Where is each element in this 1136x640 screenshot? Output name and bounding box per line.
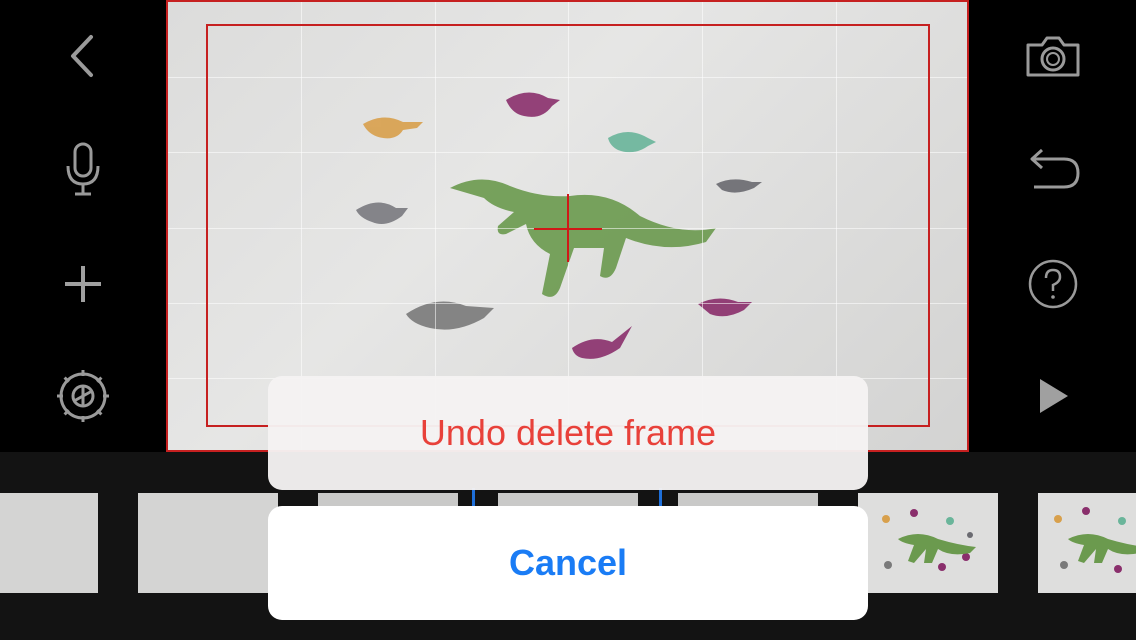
- right-toolbar: [969, 0, 1135, 452]
- chevron-left-icon: [63, 31, 103, 81]
- capture-button[interactable]: [1023, 26, 1083, 86]
- gear-icon: [54, 367, 112, 425]
- back-button[interactable]: [53, 26, 113, 86]
- camera-icon: [1024, 33, 1082, 79]
- frame-thumbnail[interactable]: [858, 493, 998, 593]
- play-button[interactable]: [1023, 366, 1083, 426]
- question-mark-icon: [1026, 257, 1080, 311]
- undo-arrow-icon: [1024, 147, 1082, 193]
- undo-delete-frame-button[interactable]: Undo delete frame: [268, 376, 868, 490]
- help-button[interactable]: [1023, 254, 1083, 314]
- play-icon: [1036, 376, 1070, 416]
- left-toolbar: [0, 0, 166, 452]
- frame-thumbnail[interactable]: [138, 493, 278, 593]
- plus-icon: [61, 262, 105, 306]
- cancel-button[interactable]: Cancel: [268, 506, 868, 620]
- microphone-icon: [63, 140, 103, 200]
- settings-button[interactable]: [53, 366, 113, 426]
- cancel-label: Cancel: [508, 542, 628, 583]
- record-audio-button[interactable]: [53, 140, 113, 200]
- frame-thumbnail[interactable]: [1038, 493, 1136, 593]
- add-button[interactable]: [53, 254, 113, 314]
- undo-button[interactable]: [1023, 140, 1083, 200]
- frame-thumbnail[interactable]: [0, 493, 98, 593]
- crosshair: [567, 194, 569, 262]
- undo-delete-frame-label: Undo delete frame: [419, 412, 717, 453]
